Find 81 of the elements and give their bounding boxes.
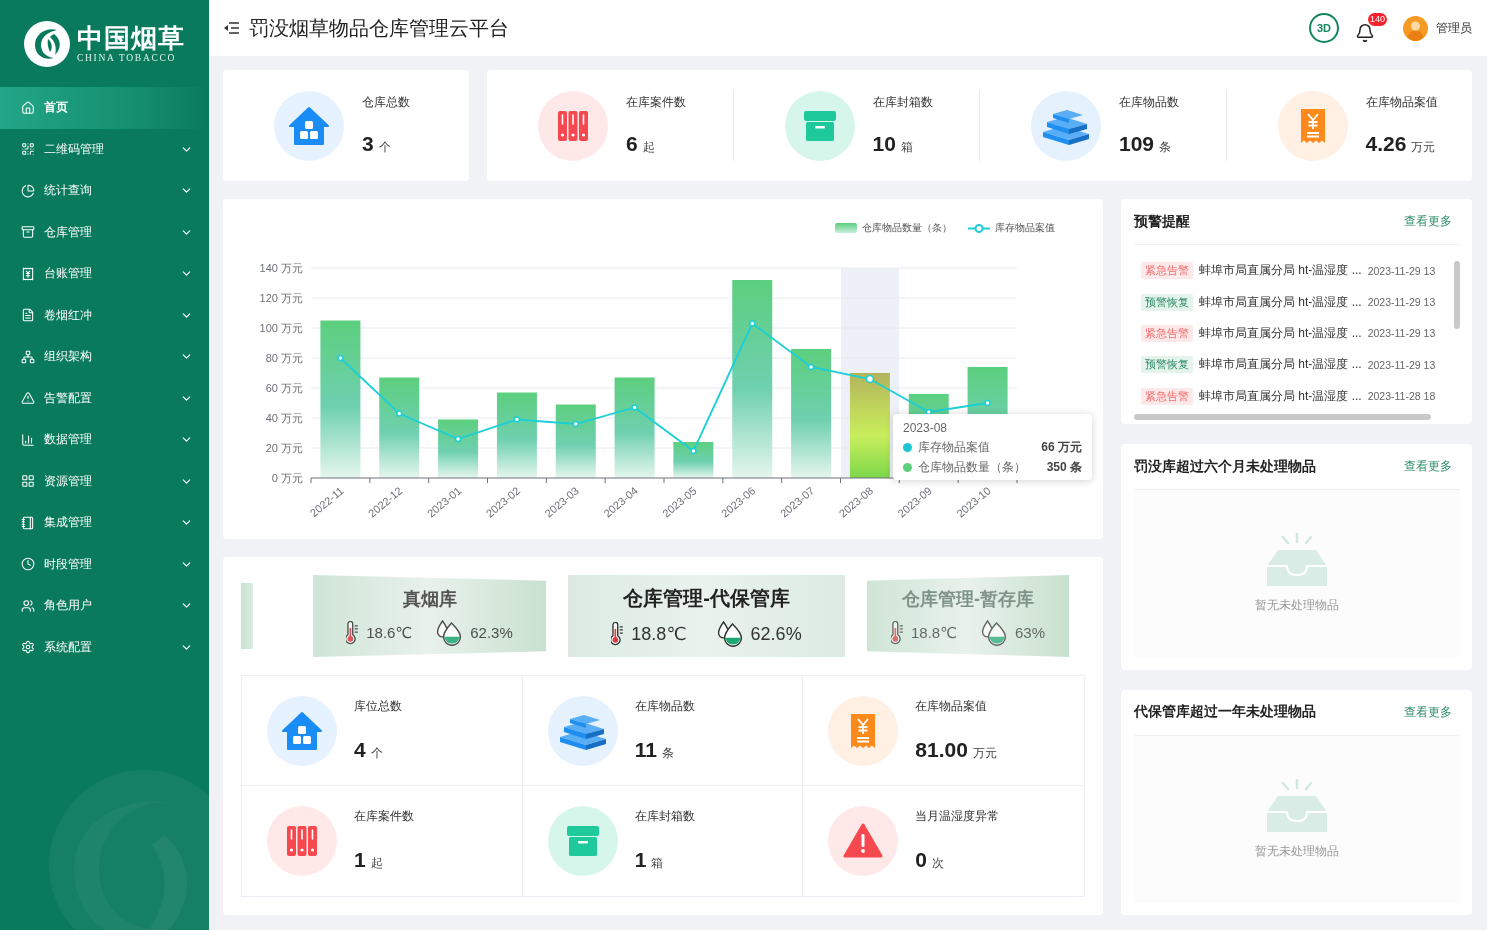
stat-unit: 个 xyxy=(378,138,391,156)
humidity-reading: 63% xyxy=(1015,624,1046,641)
alert-text: 蚌埠市局直属分局 ht-温湿度 ... xyxy=(1199,387,1362,405)
alert-time: 2023-11-29 13 xyxy=(1367,327,1436,340)
panel-title: 预警提醒 xyxy=(1134,212,1190,231)
stat-label: 在库物品数 xyxy=(1119,93,1179,110)
tooltip-value: 350 条 xyxy=(1046,459,1082,476)
axis-label: 120 万元 xyxy=(259,292,303,304)
tooltip-value: 66 万元 xyxy=(1041,439,1082,456)
empty-message: 暂无未处理物品 xyxy=(1255,597,1339,615)
stat-unit: 次 xyxy=(932,855,944,872)
logo-title: 中国烟草 xyxy=(77,23,185,53)
stat-label: 在库案件数 xyxy=(354,808,414,824)
stat-value: 3 xyxy=(362,130,374,157)
tooltip-label: 仓库物品数量（条） xyxy=(918,459,1027,476)
stat-value: 4 xyxy=(354,736,366,763)
axis-label: 80 万元 xyxy=(265,352,303,364)
stat-value: 1 xyxy=(354,847,366,873)
axis-label: 100 万元 xyxy=(259,322,303,334)
humidity-reading: 62.3% xyxy=(470,624,513,641)
legend-label: 仓库物品数量（条） xyxy=(862,221,952,235)
alert-text: 蚌埠市局直属分局 ht-温湿度 ... xyxy=(1199,293,1362,311)
temperature-reading: 18.6℃ xyxy=(366,623,413,642)
stat-label: 当月温湿度异常 xyxy=(915,808,1000,824)
tooltip-label: 库存物品案值 xyxy=(918,439,991,456)
stat-unit: 万元 xyxy=(972,744,997,762)
axis-label: 60 万元 xyxy=(265,382,303,394)
stat-unit: 起 xyxy=(642,138,655,156)
stat-value: 0 xyxy=(915,847,927,873)
alert-tag: 紧急告警 xyxy=(1141,387,1193,405)
page-title: 罚没烟草物品仓库管理云平台 xyxy=(249,15,509,41)
alert-tag: 紧急告警 xyxy=(1141,324,1193,342)
stat-label: 在库物品案值 xyxy=(915,697,989,714)
notification-badge: 140 xyxy=(1367,13,1387,26)
axis-label: 20 万元 xyxy=(265,442,303,454)
temperature-reading: 18.8℃ xyxy=(631,623,687,645)
stat-value: 1 xyxy=(634,847,647,873)
alert-text: 蚌埠市局直属分局 ht-温湿度 ... xyxy=(1199,356,1362,374)
empty-message: 暂无未处理物品 xyxy=(1255,842,1339,860)
stat-label: 在库物品案值 xyxy=(1365,93,1438,110)
stat-value: 11 xyxy=(634,736,657,763)
stat-value: 4.26 xyxy=(1365,130,1407,157)
tooltip-title: 2023-08 xyxy=(903,420,949,436)
alert-text: 蚌埠市局直属分局 ht-温湿度 ... xyxy=(1199,324,1362,342)
axis-label: 40 万元 xyxy=(265,412,303,424)
alert-tag: 预警恢复 xyxy=(1141,356,1193,374)
humidity-reading: 62.6% xyxy=(750,623,802,645)
stat-label: 库位总数 xyxy=(354,697,402,714)
logo-subtitle: CHINA TOBACCO xyxy=(77,53,177,64)
panel-title: 代保管库超过一年未处理物品 xyxy=(1134,703,1316,722)
stat-unit: 起 xyxy=(370,855,383,872)
stat-unit: 箱 xyxy=(900,138,913,156)
stat-value: 6 xyxy=(626,130,638,157)
warehouse-name: 仓库管理-代保管库 xyxy=(623,586,790,611)
alert-time: 2023-11-29 13 xyxy=(1367,358,1436,371)
alert-time: 2023-11-28 18 xyxy=(1367,390,1436,403)
stat-label: 在库封箱数 xyxy=(634,808,695,824)
alert-tag: 预警恢复 xyxy=(1141,293,1193,311)
stat-value: 10 xyxy=(872,130,896,157)
panel-title: 罚没库超过六个月未处理物品 xyxy=(1134,457,1316,476)
stat-unit: 条 xyxy=(661,744,674,762)
stat-unit: 条 xyxy=(1159,138,1172,156)
axis-label: 0 万元 xyxy=(271,472,303,484)
warehouse-name: 仓库管理-暂存库 xyxy=(902,587,1034,611)
legend-label: 库存物品案值 xyxy=(995,221,1055,235)
axis-label: 140 万元 xyxy=(259,262,303,274)
stat-unit: 箱 xyxy=(651,855,664,872)
stat-unit: 万元 xyxy=(1411,138,1436,156)
alert-time: 2023-11-29 13 xyxy=(1367,296,1436,309)
stat-value: 81.00 xyxy=(915,736,968,763)
stat-label: 在库物品数 xyxy=(634,697,695,714)
alert-tag: 紧急告警 xyxy=(1141,262,1193,280)
alert-time: 2023-11-29 13 xyxy=(1367,264,1436,277)
stat-label: 在库封箱数 xyxy=(872,93,933,110)
stat-unit: 个 xyxy=(370,744,383,762)
stat-value: 109 xyxy=(1119,130,1155,157)
warehouse-name: 真烟库 xyxy=(402,587,457,611)
alert-text: 蚌埠市局直属分局 ht-温湿度 ... xyxy=(1199,262,1362,280)
stat-label: 仓库总数 xyxy=(362,93,410,110)
stat-label: 在库案件数 xyxy=(626,93,686,110)
temperature-reading: 18.8℃ xyxy=(910,623,957,642)
